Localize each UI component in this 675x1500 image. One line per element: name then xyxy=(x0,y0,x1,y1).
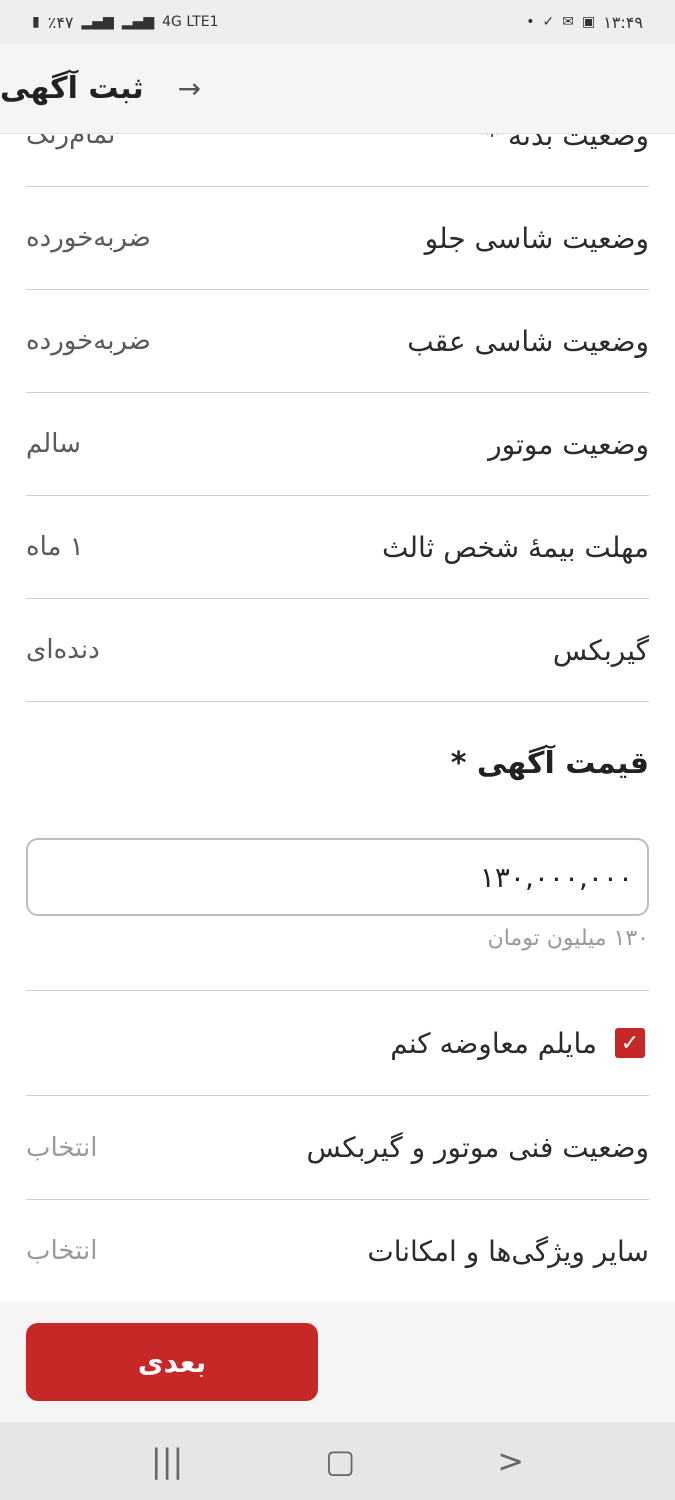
arrow-right-icon[interactable]: → xyxy=(178,72,201,105)
field-value: تمام‌رنگ xyxy=(26,134,116,150)
field-row-body[interactable]: وضعیت بدنه * تمام‌رنگ xyxy=(26,134,649,187)
status-right: • ✓ ✉ ▣ ۱۳:۴۹ xyxy=(526,13,643,32)
field-row-gearbox[interactable]: گیربکس دنده‌ای xyxy=(26,599,649,702)
page-title: ثبت آگهی xyxy=(0,71,144,106)
field-value: ضربه‌خورده xyxy=(26,326,151,356)
home-icon[interactable]: ▢ xyxy=(325,1442,355,1480)
check-icon: ✓ xyxy=(542,14,555,30)
field-value: سالم xyxy=(26,429,81,459)
clock: ۱۳:۴۹ xyxy=(603,12,643,32)
gallery-icon: ▣ xyxy=(582,14,596,30)
field-label: سایر ویژگی‌ها و امکانات xyxy=(367,1234,649,1268)
next-button[interactable]: بعدی xyxy=(26,1323,318,1401)
battery-level: ٪۴۷ xyxy=(47,12,74,32)
field-label: مهلت بیمهٔ شخص ثالث xyxy=(382,530,649,564)
field-label: وضعیت بدنه * xyxy=(485,134,649,152)
field-row-technical-condition[interactable]: وضعیت فنی موتور و گیربکس انتخاب xyxy=(26,1096,649,1200)
app-bar: → ثبت آگهی xyxy=(0,44,675,134)
field-value: انتخاب xyxy=(26,1236,98,1266)
field-value: ۱ ماه xyxy=(26,532,84,562)
dot-icon: • xyxy=(526,14,535,30)
price-hint: ۱۳۰ میلیون تومان xyxy=(487,926,649,951)
field-row-engine[interactable]: وضعیت موتور سالم xyxy=(26,393,649,496)
field-value: ضربه‌خورده xyxy=(26,223,151,253)
message-icon: ✉ xyxy=(562,14,574,30)
recent-apps-icon[interactable]: ||| xyxy=(151,1442,183,1480)
field-row-front-chassis[interactable]: وضعیت شاسی جلو ضربه‌خورده xyxy=(26,187,649,290)
field-row-insurance[interactable]: مهلت بیمهٔ شخص ثالث ۱ ماه xyxy=(26,496,649,599)
field-value: انتخاب xyxy=(26,1132,98,1163)
field-label: وضعیت موتور xyxy=(488,427,649,461)
exchange-checkbox[interactable]: ✓ xyxy=(615,1028,645,1058)
field-row-features[interactable]: سایر ویژگی‌ها و امکانات انتخاب xyxy=(26,1200,649,1302)
battery-icon: ▮ xyxy=(32,14,40,30)
exchange-option[interactable]: ✓ مایلم معاوضه کنم xyxy=(26,990,649,1096)
network-type: 4G LTE1 xyxy=(162,14,219,30)
field-label: گیربکس xyxy=(552,633,649,667)
form-content: وضعیت بدنه * تمام‌رنگ وضعیت شاسی جلو ضرب… xyxy=(0,134,675,1302)
exchange-label: مایلم معاوضه کنم xyxy=(390,1026,597,1060)
price-input[interactable]: ۱۳۰,۰۰۰,۰۰۰ xyxy=(26,838,649,916)
field-label: وضعیت شاسی جلو xyxy=(424,221,649,255)
system-nav-bar: ||| ▢ > xyxy=(0,1422,675,1500)
signal-icon-2: ▂▄▆ xyxy=(121,14,155,30)
status-bar: ▮ ٪۴۷ ▂▄▆ ▂▄▆ 4G LTE1 • ✓ ✉ ▣ ۱۳:۴۹ xyxy=(0,0,675,44)
status-left: ▮ ٪۴۷ ▂▄▆ ▂▄▆ 4G LTE1 xyxy=(32,13,219,32)
back-nav-icon[interactable]: > xyxy=(497,1442,524,1480)
field-value: دنده‌ای xyxy=(26,635,100,665)
price-section-title: قیمت آگهی * xyxy=(450,746,649,781)
signal-icon: ▂▄▆ xyxy=(81,14,114,30)
field-label: وضعیت فنی موتور و گیربکس xyxy=(306,1131,649,1164)
field-label: وضعیت شاسی عقب xyxy=(407,324,649,358)
bottom-action-bar: بعدی xyxy=(0,1302,675,1422)
field-row-rear-chassis[interactable]: وضعیت شاسی عقب ضربه‌خورده xyxy=(26,290,649,393)
